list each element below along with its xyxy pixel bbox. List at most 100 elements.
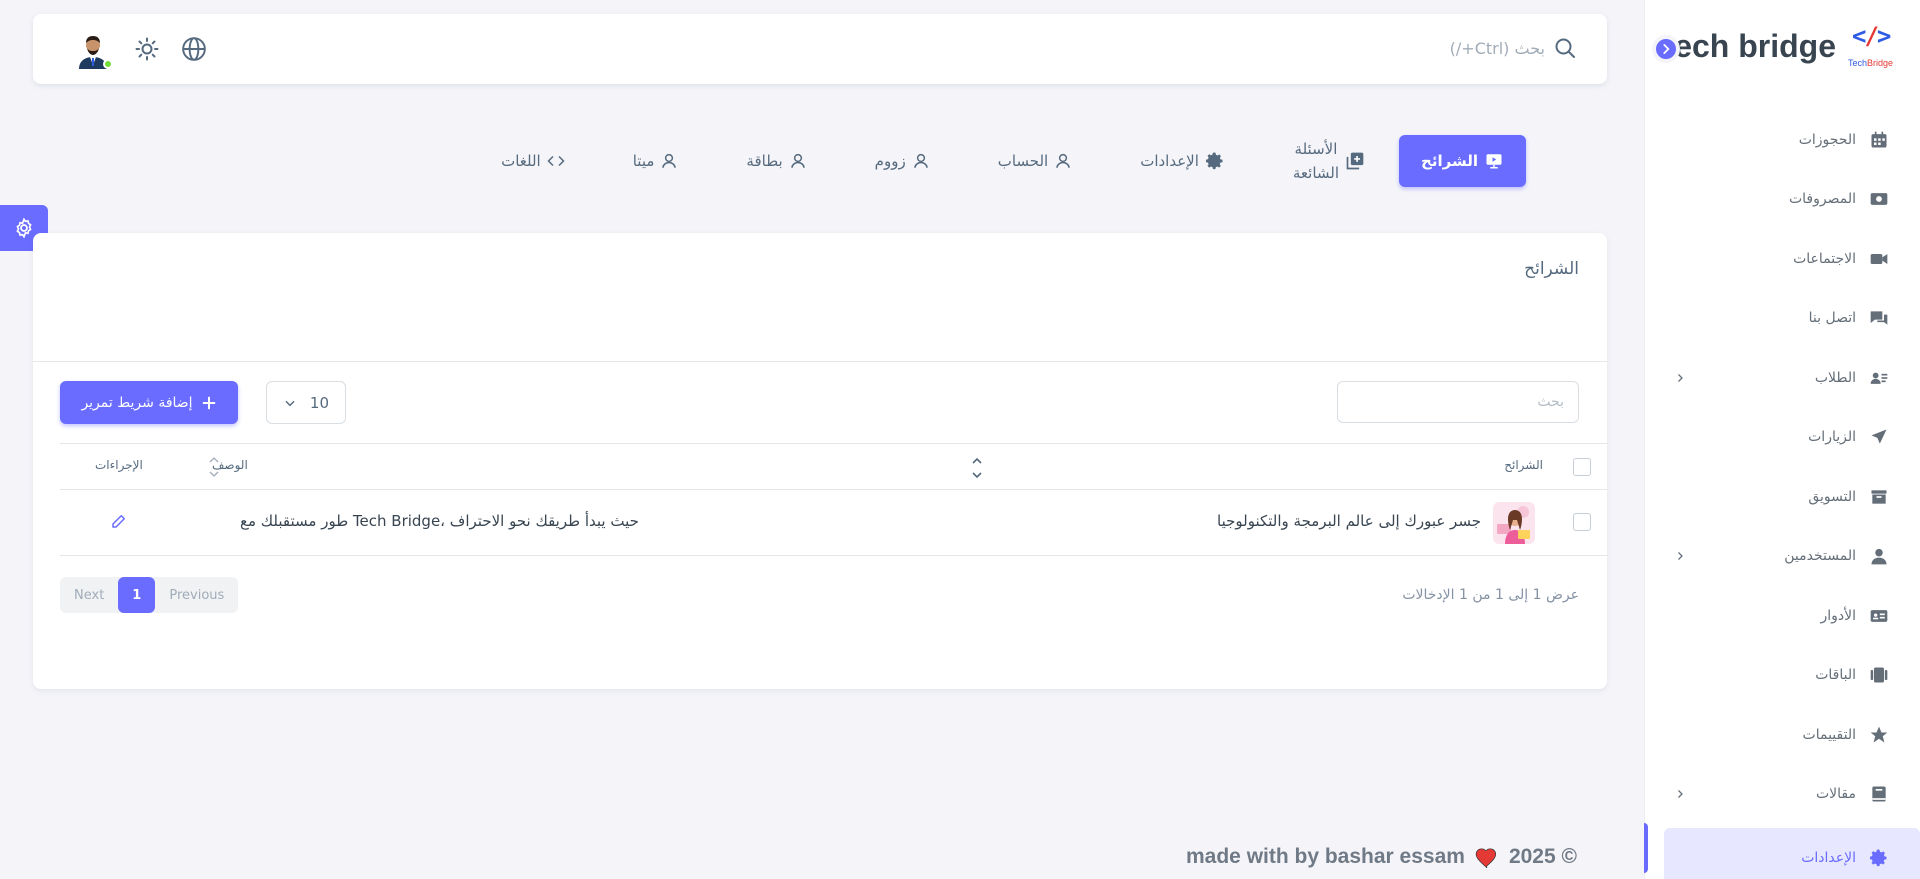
sidebar-item-label: مقالات [1815, 786, 1856, 803]
sidebar-item-students[interactable]: الطلاب [1644, 348, 1920, 408]
table-header: الشرائح الوصف الإجراءات [60, 443, 1607, 490]
sort-icon[interactable] [208, 454, 220, 480]
avatar[interactable] [73, 29, 113, 69]
sidebar-item-label: التسويق [1808, 488, 1856, 505]
globe-icon[interactable] [181, 36, 207, 62]
video-icon [1868, 248, 1890, 270]
tab-zoom[interactable]: زووم [841, 135, 964, 187]
sidebar-item-label: الأدوار [1820, 607, 1856, 624]
heart-icon [1475, 848, 1497, 869]
id-card-icon [1868, 605, 1890, 627]
code-icon [547, 155, 565, 167]
slide-title: جسر عبورك إلى عالم البرمجة والتكنولوجيا [1217, 512, 1481, 530]
money-icon [1868, 188, 1890, 210]
archive-icon [1868, 486, 1890, 508]
sidebar-item-label: الطلاب [1814, 369, 1856, 386]
slide-thumbnail [1493, 502, 1535, 544]
global-search[interactable]: بحث (Ctrl+/) [1450, 36, 1577, 60]
sidebar-toggle-button[interactable] [1652, 35, 1680, 63]
search-input[interactable]: بحث (Ctrl+/) [1450, 39, 1545, 58]
sidebar-item-expenses[interactable]: المصروفات [1644, 170, 1920, 230]
pagination-previous[interactable]: Previous [155, 577, 238, 613]
select-all-checkbox[interactable] [1573, 458, 1591, 476]
sidebar-item-settings[interactable]: الإعدادات [1664, 828, 1920, 879]
column-header-actions: الإجراءات [95, 458, 143, 472]
sidebar-item-label: التقييمات [1802, 726, 1856, 743]
brand[interactable]: tech bridge </> TechBridge [1664, 22, 1898, 70]
tab-label: الحساب [997, 152, 1049, 170]
chevron-right-icon [1678, 552, 1683, 561]
calendar-icon [1868, 129, 1890, 151]
footer-credit: made with by bashar essam [1186, 845, 1465, 868]
sidebar-item-label: المستخدمين [1784, 548, 1856, 565]
row-checkbox[interactable] [1573, 513, 1591, 531]
sidebar-item-visits[interactable]: الزيارات [1644, 408, 1920, 468]
user-icon [1868, 545, 1890, 567]
students-icon [1868, 367, 1890, 389]
tab-label: الإعدادات [1140, 152, 1199, 170]
gear-icon [1868, 847, 1890, 869]
tab-meta[interactable]: ميتا [599, 135, 713, 187]
sidebar-item-users[interactable]: المستخدمين [1644, 527, 1920, 587]
tab-account[interactable]: الحساب [964, 135, 1107, 187]
add-slider-button[interactable]: إضافة شريط تمرير [60, 381, 238, 424]
active-indicator [1644, 823, 1648, 873]
plus-icon [202, 396, 215, 409]
tab-languages[interactable]: اللغات [467, 135, 599, 187]
user-icon [790, 153, 805, 168]
divider [33, 361, 1607, 362]
sort-icon[interactable] [970, 454, 984, 482]
sidebar-item-ratings[interactable]: التقييمات [1644, 705, 1920, 765]
sidebar-item-bookings[interactable]: الحجوزات [1644, 110, 1920, 170]
sidebar-item-label: الزيارات [1808, 429, 1856, 446]
edit-icon[interactable] [110, 512, 128, 530]
sidebar-item-marketing[interactable]: التسويق [1644, 467, 1920, 527]
pagination-next[interactable]: Next [60, 577, 118, 613]
page-size-select[interactable]: 10 [266, 381, 346, 424]
chat-icon [1868, 307, 1890, 329]
tab-card[interactable]: بطاقة [712, 135, 840, 187]
add-slider-label: إضافة شريط تمرير [81, 394, 193, 411]
star-icon [1868, 724, 1890, 746]
tab-faq[interactable]: الأسئلة الشائعة [1259, 135, 1399, 187]
chevron-right-icon [1678, 790, 1683, 799]
tab-label: اللغات [501, 152, 541, 170]
sidebar-item-packages[interactable]: الباقات [1644, 646, 1920, 706]
sidebar-item-contact[interactable]: اتصل بنا [1644, 289, 1920, 349]
tab-label: بطاقة [746, 152, 783, 170]
sidebar-item-label: الباقات [1815, 667, 1856, 684]
sidebar-item-label: الاجتماعات [1793, 250, 1856, 267]
user-icon [662, 153, 677, 168]
chevron-right-icon [1678, 373, 1683, 382]
sidebar-item-roles[interactable]: الأدوار [1644, 586, 1920, 646]
page-size-value: 10 [309, 393, 329, 412]
table-row: جسر عبورك إلى عالم البرمجة والتكنولوجيا … [60, 490, 1607, 556]
table-search-input[interactable]: بحث [1337, 381, 1579, 423]
sun-icon[interactable] [135, 37, 159, 61]
sidebar-menu: الحجوزات المصروفات الاجتماعات اتصل بنا ا… [1644, 110, 1920, 879]
entries-info: عرض 1 إلى 1 من 1 الإدخالات [1402, 587, 1579, 603]
settings-tabs: الشرائح الأسئلة الشائعة الإعدادات الحساب… [467, 135, 1526, 187]
book-icon [1868, 783, 1890, 805]
sidebar-item-label: الإعدادات [1801, 849, 1856, 866]
sidebar-item-label: الحجوزات [1798, 131, 1856, 148]
chevron-down-icon [285, 400, 295, 406]
pagination: Next 1 Previous [60, 577, 239, 613]
cards-icon [1868, 664, 1890, 686]
column-header-slides[interactable]: الشرائح [1504, 458, 1543, 472]
slide-description: طور مستقبلك مع Tech Bridge، حيث يبدأ طري… [240, 512, 639, 530]
search-icon [1555, 38, 1575, 58]
tab-slides[interactable]: الشرائح [1399, 135, 1526, 187]
online-status-dot [103, 59, 113, 69]
footer: made with by bashar essam 2025 © [1186, 845, 1577, 869]
tab-label: الأسئلة [1294, 140, 1338, 158]
sidebar-item-meetings[interactable]: الاجتماعات [1644, 229, 1920, 289]
plane-icon [1868, 426, 1890, 448]
gear-icon [1205, 152, 1223, 170]
sidebar-item-articles[interactable]: مقالات [1644, 765, 1920, 825]
tab-settings[interactable]: الإعدادات [1106, 135, 1259, 187]
user-icon [913, 153, 928, 168]
sidebar-item-label: اتصل بنا [1808, 310, 1856, 327]
pagination-page-1[interactable]: 1 [118, 577, 156, 613]
sidebar-item-label: المصروفات [1788, 191, 1856, 208]
